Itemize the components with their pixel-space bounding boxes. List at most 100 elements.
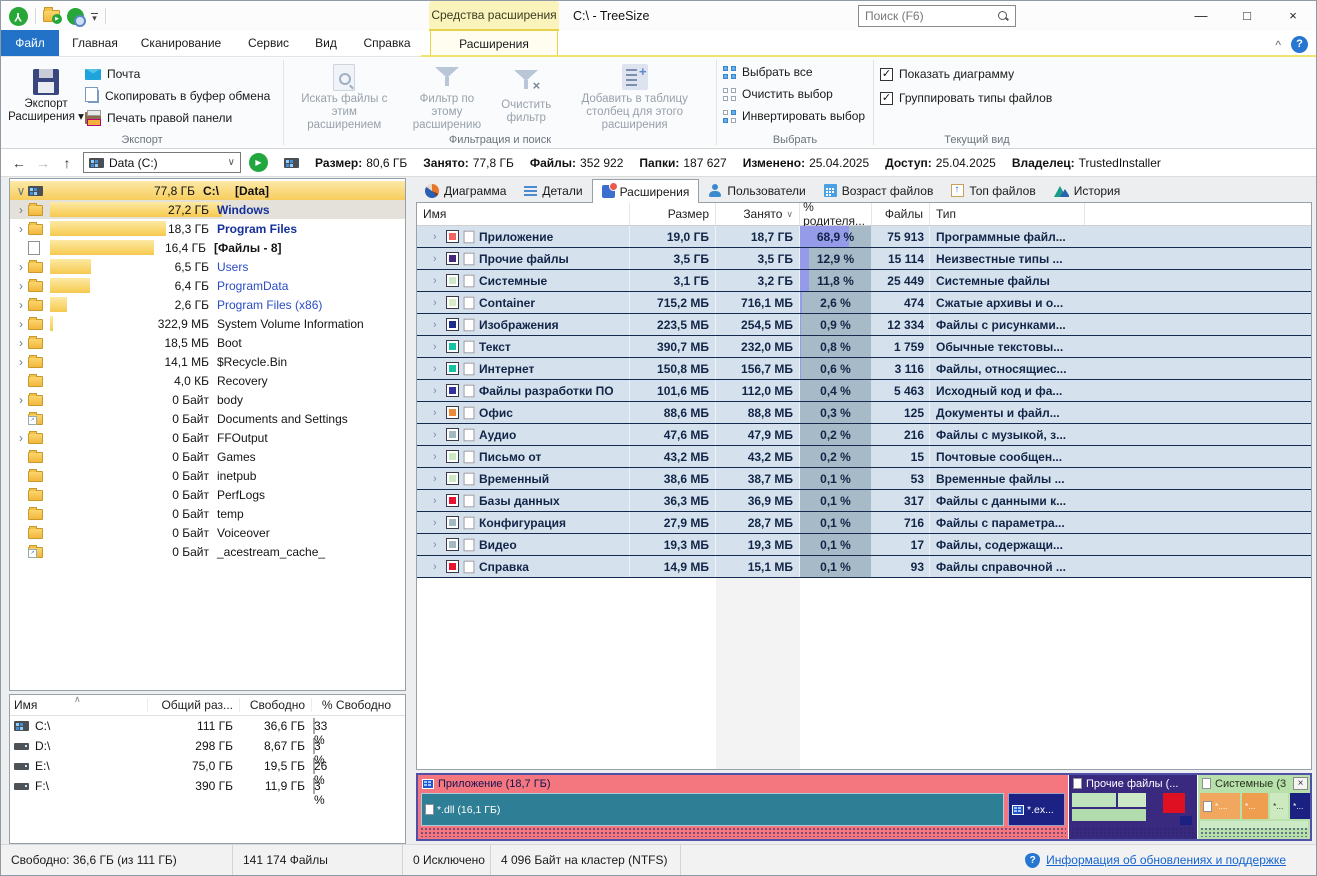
tab-help[interactable]: Справка <box>346 30 428 56</box>
clear-filter-button[interactable]: × Очистить фильтр <box>495 61 557 132</box>
tree-item[interactable]: › 6,5 ГБ Users <box>10 257 405 276</box>
chevron-down-icon[interactable]: ∨ <box>228 157 235 168</box>
expander-icon[interactable]: › <box>433 561 442 573</box>
expander-icon[interactable]: › <box>433 407 442 419</box>
expander-icon[interactable]: › <box>14 393 28 407</box>
expander-icon[interactable]: › <box>433 297 442 309</box>
maximize-button[interactable]: □ <box>1224 1 1270 31</box>
tree-item[interactable]: 0 Байт Games <box>10 447 405 466</box>
column-name[interactable]: Имя <box>417 203 630 225</box>
tab-extensions-view[interactable]: Расширения <box>591 179 700 203</box>
treemap-block-exe[interactable]: *.ex... <box>1008 793 1065 826</box>
tab-home[interactable]: Главная <box>59 30 131 56</box>
tree-item[interactable]: › 2,6 ГБ Program Files (x86) <box>10 295 405 314</box>
tree-item[interactable]: › 0 Байт FFOutput <box>10 428 405 447</box>
tree-item[interactable]: › 322,9 МБ System Volume Information <box>10 314 405 333</box>
drive-row[interactable]: D:\ 298 ГБ 8,67 ГБ 3 % <box>10 736 405 767</box>
tab-file-age[interactable]: Возраст файлов <box>815 179 943 202</box>
expander-icon[interactable]: › <box>433 385 442 397</box>
treemap-group-misc-files[interactable]: Прочие файлы (... <box>1069 775 1197 839</box>
start-scan-button[interactable]: ▶ <box>249 153 268 172</box>
tree-root[interactable]: ∨ 77,8 ГБ C:\ [Data] <box>10 181 405 200</box>
treemap-block[interactable]: *.... <box>1200 793 1240 819</box>
expander-icon[interactable]: › <box>14 298 28 312</box>
tree-item[interactable]: 0 Байт PerfLogs <box>10 485 405 504</box>
tree-item[interactable]: 0 Байт _acestream_cache_ <box>10 542 405 561</box>
print-right-panel-button[interactable]: Печать правой панели <box>85 109 270 127</box>
treemap-block[interactable] <box>1072 793 1116 807</box>
expander-icon[interactable]: › <box>433 473 442 485</box>
tab-details[interactable]: Детали <box>515 179 591 202</box>
filter-by-extension-button[interactable]: Фильтр по этому расширению <box>401 61 494 132</box>
expander-icon[interactable]: › <box>433 429 442 441</box>
show-chart-checkbox[interactable]: ✓ Показать диаграмму <box>880 65 1074 83</box>
treemap-block[interactable] <box>1118 793 1146 807</box>
scan-folder-icon[interactable] <box>43 7 62 24</box>
close-icon[interactable]: × <box>1293 777 1308 790</box>
treemap-group-application[interactable]: Приложение (18,7 ГБ) *.dll (16,1 ГБ) *.e… <box>418 775 1068 839</box>
expander-icon[interactable]: › <box>14 222 28 236</box>
invert-selection-button[interactable]: Инвертировать выбор <box>723 107 867 125</box>
customize-toolbar-dropdown-icon[interactable]: ▾ <box>91 12 98 22</box>
expander-icon[interactable]: › <box>14 203 28 217</box>
copy-to-clipboard-button[interactable]: Скопировать в буфер обмена <box>85 86 270 105</box>
column-free[interactable]: Свободно <box>239 698 311 712</box>
expander-open-icon[interactable]: ∨ <box>14 184 28 198</box>
tree-item[interactable]: › 18,3 ГБ Program Files <box>10 219 405 238</box>
tab-tools[interactable]: Сервис <box>231 30 306 56</box>
expander-icon[interactable]: › <box>433 275 442 287</box>
search-icon[interactable] <box>997 10 1009 22</box>
treemap-block-dll[interactable]: *.dll (16,1 ГБ) <box>421 793 1004 826</box>
tree-item[interactable]: › 6,4 ГБ ProgramData <box>10 276 405 295</box>
expander-icon[interactable]: › <box>433 253 442 265</box>
tree-item[interactable]: 0 Байт inetpub <box>10 466 405 485</box>
tree-item[interactable]: › 27,2 ГБ Windows <box>10 200 405 219</box>
column-size[interactable]: Размер <box>630 203 716 225</box>
tree-item[interactable]: › 18,5 МБ Boot <box>10 333 405 352</box>
treemap-group-system[interactable]: Системные (3 × *.... *... *... *... <box>1198 775 1310 839</box>
export-extensions-button[interactable]: Экспорт Расширения ▾ <box>7 61 85 131</box>
tree-item[interactable]: › 14,1 МБ $Recycle.Bin <box>10 352 405 371</box>
column-type[interactable]: Тип <box>930 203 1085 225</box>
tab-extensions[interactable]: Расширения <box>430 30 558 56</box>
table-row[interactable]: ››Видео 19,3 МБ 19,3 МБ 0,1 % 17 Файлы, … <box>417 534 1311 556</box>
table-row[interactable]: ››Container 715,2 МБ 716,1 МБ 2,6 % 474 … <box>417 292 1311 314</box>
forward-icon[interactable]: → <box>35 155 51 171</box>
treemap-block[interactable]: *... <box>1242 793 1268 819</box>
table-row[interactable]: ››Изображения 223,5 МБ 254,5 МБ 0,9 % 12… <box>417 314 1311 336</box>
expander-icon[interactable]: › <box>14 431 28 445</box>
expander-icon[interactable]: › <box>433 517 442 529</box>
tab-file[interactable]: Файл <box>1 30 59 56</box>
column-total-size[interactable]: Общий раз... <box>147 698 239 712</box>
table-row[interactable]: ››Прочие файлы 3,5 ГБ 3,5 ГБ 12,9 % 15 1… <box>417 248 1311 270</box>
drive-row[interactable]: F:\ 390 ГБ 11,9 ГБ 3 % <box>10 776 405 807</box>
column-used[interactable]: Занято ∨ <box>716 203 800 225</box>
column-free-pct[interactable]: % Свободно <box>311 698 401 712</box>
tree-item[interactable]: › 0 Байт body <box>10 390 405 409</box>
treemap-block[interactable]: *... <box>1270 793 1288 819</box>
table-row[interactable]: ››Системные 3,1 ГБ 3,2 ГБ 11,8 % 25 449 … <box>417 270 1311 292</box>
treemap-block[interactable] <box>1163 793 1185 813</box>
tab-chart[interactable]: Диаграмма <box>416 179 515 202</box>
drive-row[interactable]: C:\ 111 ГБ 36,6 ГБ 33 % <box>10 716 405 747</box>
column-name[interactable]: Имя ∧ <box>14 695 147 712</box>
tab-history[interactable]: История <box>1045 179 1130 202</box>
drive-row[interactable]: E:\ 75,0 ГБ 19,5 ГБ 26 % <box>10 756 405 787</box>
treemap-block[interactable] <box>1180 816 1192 825</box>
expander-icon[interactable]: › <box>14 355 28 369</box>
close-button[interactable]: × <box>1270 1 1316 31</box>
tree-item[interactable]: 0 Байт temp <box>10 504 405 523</box>
expander-icon[interactable]: › <box>433 539 442 551</box>
expander-icon[interactable]: › <box>14 336 28 350</box>
table-row[interactable]: ››Офис 88,6 МБ 88,8 МБ 0,3 % 125 Докумен… <box>417 402 1311 424</box>
checkbox-checked-icon[interactable]: ✓ <box>880 91 893 105</box>
search-scan-icon[interactable] <box>67 7 86 27</box>
tab-users[interactable]: Пользователи <box>699 179 814 202</box>
tree-item[interactable]: 16,4 ГБ [Файлы - 8] <box>10 238 405 257</box>
column-files[interactable]: Файлы <box>872 203 930 225</box>
mail-button[interactable]: Почта <box>85 65 270 83</box>
expander-icon[interactable]: › <box>433 341 442 353</box>
tree-item[interactable]: 0 Байт Documents and Settings <box>10 409 405 428</box>
expander-icon[interactable]: › <box>14 317 28 331</box>
update-info-link[interactable]: ? Информация об обновлениях и поддержке <box>1025 852 1316 868</box>
